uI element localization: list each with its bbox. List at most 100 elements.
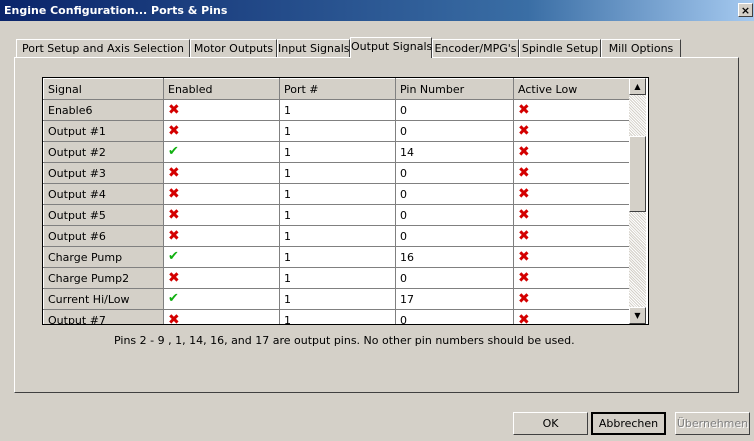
cross-icon: ✖ (518, 312, 530, 325)
cross-icon: ✖ (518, 186, 530, 202)
cross-icon: ✖ (168, 165, 180, 181)
grid-header-row: Signal Enabled Port # Pin Number Active … (43, 78, 630, 100)
cancel-button[interactable]: Abbrechen (591, 412, 666, 435)
column-header-active-low: Active Low (513, 78, 630, 100)
active-low-cell[interactable]: ✖ (513, 288, 630, 310)
pin-cell[interactable]: 0 (395, 225, 514, 247)
enabled-cell[interactable]: ✖ (163, 309, 280, 325)
close-icon[interactable]: × (738, 3, 753, 17)
tab-input-signals[interactable]: Input Signals (277, 39, 350, 57)
active-low-cell[interactable]: ✖ (513, 225, 630, 247)
active-low-cell[interactable]: ✖ (513, 267, 630, 289)
output-pins-note: Pins 2 - 9 , 1, 14, 16, and 17 are outpu… (114, 334, 575, 347)
active-low-cell[interactable]: ✖ (513, 120, 630, 142)
pin-cell[interactable]: 17 (395, 288, 514, 310)
active-low-cell[interactable]: ✖ (513, 309, 630, 325)
table-row[interactable]: Output #4 ✖ 1 0 ✖ (43, 183, 630, 205)
cross-icon: ✖ (518, 165, 530, 181)
table-row[interactable]: Output #2 ✔ 1 14 ✖ (43, 141, 630, 163)
tab-motor-outputs[interactable]: Motor Outputs (190, 39, 277, 57)
signal-cell: Enable6 (43, 99, 164, 121)
port-cell[interactable]: 1 (279, 99, 396, 121)
tab-port-setup[interactable]: Port Setup and Axis Selection (16, 39, 190, 57)
table-row[interactable]: Output #5 ✖ 1 0 ✖ (43, 204, 630, 226)
enabled-cell[interactable]: ✔ (163, 141, 280, 163)
signal-cell: Output #4 (43, 183, 164, 205)
signal-cell: Output #2 (43, 141, 164, 163)
port-cell[interactable]: 1 (279, 120, 396, 142)
active-low-cell[interactable]: ✖ (513, 141, 630, 163)
column-header-enabled: Enabled (163, 78, 280, 100)
cross-icon: ✖ (168, 186, 180, 202)
pin-cell[interactable]: 0 (395, 309, 514, 324)
port-cell[interactable]: 1 (279, 267, 396, 289)
table-row[interactable]: Enable6 ✖ 1 0 ✖ (43, 99, 630, 121)
scroll-thumb[interactable] (629, 136, 646, 212)
pin-cell[interactable]: 16 (395, 246, 514, 268)
check-icon: ✔ (168, 249, 179, 264)
port-cell[interactable]: 1 (279, 183, 396, 205)
tab-spindle-setup[interactable]: Spindle Setup (519, 39, 601, 57)
cross-icon: ✖ (518, 207, 530, 223)
enabled-cell[interactable]: ✔ (163, 288, 280, 310)
port-cell[interactable]: 1 (279, 204, 396, 226)
output-signals-grid[interactable]: Signal Enabled Port # Pin Number Active … (42, 77, 649, 325)
enabled-cell[interactable]: ✖ (163, 120, 280, 142)
table-row[interactable]: Output #7 ✖ 1 0 ✖ (43, 309, 630, 325)
table-row[interactable]: Output #1 ✖ 1 0 ✖ (43, 120, 630, 142)
pin-cell[interactable]: 14 (395, 141, 514, 163)
window-title: Engine Configuration... Ports & Pins (4, 4, 228, 17)
active-low-cell[interactable]: ✖ (513, 183, 630, 205)
ok-button[interactable]: OK (513, 412, 588, 435)
pin-cell[interactable]: 0 (395, 120, 514, 142)
enabled-cell[interactable]: ✔ (163, 246, 280, 268)
scroll-up-icon[interactable]: ▲ (629, 78, 646, 95)
cross-icon: ✖ (168, 270, 180, 286)
pin-cell[interactable]: 0 (395, 99, 514, 121)
enabled-cell[interactable]: ✖ (163, 99, 280, 121)
enabled-cell[interactable]: ✖ (163, 204, 280, 226)
port-cell[interactable]: 1 (279, 225, 396, 247)
port-cell[interactable]: 1 (279, 288, 396, 310)
enabled-cell[interactable]: ✖ (163, 267, 280, 289)
pin-cell[interactable]: 0 (395, 267, 514, 289)
column-header-port: Port # (279, 78, 396, 100)
cross-icon: ✖ (518, 291, 530, 307)
scroll-down-icon[interactable]: ▼ (629, 307, 646, 324)
table-row[interactable]: Current Hi/Low ✔ 1 17 ✖ (43, 288, 630, 310)
tab-mill-options[interactable]: Mill Options (601, 39, 681, 57)
cross-icon: ✖ (518, 102, 530, 118)
table-row[interactable]: Output #6 ✖ 1 0 ✖ (43, 225, 630, 247)
table-row[interactable]: Charge Pump ✔ 1 16 ✖ (43, 246, 630, 268)
check-icon: ✔ (168, 291, 179, 306)
signal-cell: Output #7 (43, 309, 164, 324)
signal-cell: Charge Pump (43, 246, 164, 268)
active-low-cell[interactable]: ✖ (513, 162, 630, 184)
port-cell[interactable]: 1 (279, 309, 396, 324)
signal-cell: Charge Pump2 (43, 267, 164, 289)
table-row[interactable]: Output #3 ✖ 1 0 ✖ (43, 162, 630, 184)
signal-cell: Output #3 (43, 162, 164, 184)
port-cell[interactable]: 1 (279, 141, 396, 163)
tab-encoder-mpgs[interactable]: Encoder/MPG's (432, 39, 519, 57)
tab-output-signals[interactable]: Output Signals (350, 37, 432, 58)
enabled-cell[interactable]: ✖ (163, 162, 280, 184)
active-low-cell[interactable]: ✖ (513, 99, 630, 121)
apply-button[interactable]: Übernehmen (675, 412, 750, 435)
cross-icon: ✖ (168, 312, 180, 325)
cross-icon: ✖ (518, 249, 530, 265)
title-bar: Engine Configuration... Ports & Pins × (0, 0, 754, 21)
pin-cell[interactable]: 0 (395, 183, 514, 205)
port-cell[interactable]: 1 (279, 246, 396, 268)
pin-cell[interactable]: 0 (395, 162, 514, 184)
active-low-cell[interactable]: ✖ (513, 246, 630, 268)
table-row[interactable]: Charge Pump2 ✖ 1 0 ✖ (43, 267, 630, 289)
cross-icon: ✖ (168, 228, 180, 244)
active-low-cell[interactable]: ✖ (513, 204, 630, 226)
vertical-scrollbar[interactable]: ▲ ▼ (629, 78, 646, 324)
enabled-cell[interactable]: ✖ (163, 183, 280, 205)
port-cell[interactable]: 1 (279, 162, 396, 184)
pin-cell[interactable]: 0 (395, 204, 514, 226)
enabled-cell[interactable]: ✖ (163, 225, 280, 247)
signal-cell: Output #5 (43, 204, 164, 226)
